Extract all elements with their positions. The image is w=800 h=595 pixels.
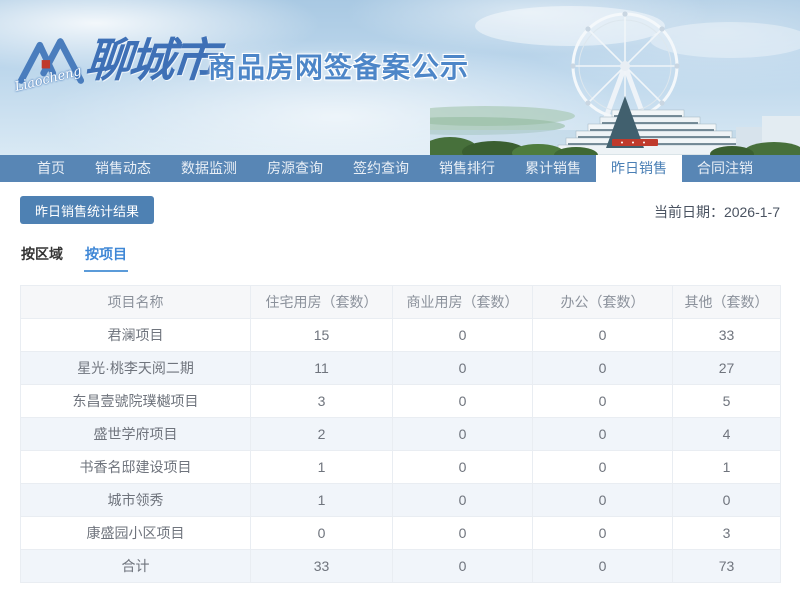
table-cell: 0	[393, 517, 533, 550]
nav-item-yesterday-sales[interactable]: 昨日销售	[596, 155, 682, 182]
project-name-cell: 东昌壹號院璞樾项目	[21, 385, 251, 418]
table-cell: 2	[251, 418, 393, 451]
table-cell: 0	[251, 517, 393, 550]
site-name: 聊城市	[83, 24, 218, 90]
table-header-row: 项目名称 住宅用房（套数） 商业用房（套数） 办公（套数） 其他（套数）	[21, 286, 781, 319]
table-cell: 11	[251, 352, 393, 385]
table-cell: 0	[393, 385, 533, 418]
column-header-residential: 住宅用房（套数）	[251, 286, 393, 319]
nav-item-contract-cancellation[interactable]: 合同注销	[682, 155, 768, 182]
sales-table: 项目名称 住宅用房（套数） 商业用房（套数） 办公（套数） 其他（套数） 君澜项…	[20, 285, 781, 583]
table-row: 东昌壹號院璞樾项目 3 0 0 5	[21, 385, 781, 418]
table-cell: 0	[673, 484, 781, 517]
building-red-sign	[612, 139, 658, 146]
table-cell: 15	[251, 319, 393, 352]
table-cell: 1	[251, 484, 393, 517]
main-content: 昨日销售统计结果 当前日期：2026-1-7 按区域 按项目 项目名称 住宅用房…	[0, 196, 800, 583]
table-cell: 33	[673, 319, 781, 352]
project-name-cell: 书香名邸建设项目	[21, 451, 251, 484]
nav-item-sales-ranking[interactable]: 销售排行	[424, 155, 510, 182]
ferris-wheel-illustration	[430, 0, 800, 155]
tab-by-project[interactable]: 按项目	[84, 244, 128, 272]
table-cell: 1	[673, 451, 781, 484]
table-cell: 0	[533, 385, 673, 418]
table-cell: 3	[251, 385, 393, 418]
nav-item-cumulative-sales[interactable]: 累计销售	[510, 155, 596, 182]
table-cell: 0	[393, 319, 533, 352]
yesterday-sales-stats-button[interactable]: 昨日销售统计结果	[20, 196, 154, 224]
column-header-other: 其他（套数）	[673, 286, 781, 319]
table-cell: 4	[673, 418, 781, 451]
project-name-cell: 星光·桃李天阅二期	[21, 352, 251, 385]
table-row: 星光·桃李天阅二期 11 0 0 27	[21, 352, 781, 385]
table-cell: 27	[673, 352, 781, 385]
table-cell: 0	[533, 550, 673, 583]
table-cell: 0	[533, 319, 673, 352]
table-row: 康盛园小区项目 0 0 0 3	[21, 517, 781, 550]
main-nav: 首页 销售动态 数据监测 房源查询 签约查询 销售排行 累计销售 昨日销售 合同…	[0, 155, 800, 182]
nav-item-listing-query[interactable]: 房源查询	[252, 155, 338, 182]
table-cell: 0	[533, 484, 673, 517]
table-cell: 0	[393, 451, 533, 484]
logo-red-square	[42, 60, 50, 68]
column-header-project: 项目名称	[21, 286, 251, 319]
table-cell: 1	[251, 451, 393, 484]
nav-item-data-monitoring[interactable]: 数据监测	[166, 155, 252, 182]
current-date: 当前日期：2026-1-7	[654, 202, 780, 222]
tab-by-region[interactable]: 按区域	[20, 244, 64, 272]
table-cell: 33	[251, 550, 393, 583]
project-name-cell: 城市领秀	[21, 484, 251, 517]
site-logo: Liaocheng	[18, 34, 93, 104]
header-banner: Liaocheng 聊城市 商品房网签备案公示	[0, 0, 800, 155]
table-cell: 73	[673, 550, 781, 583]
table-cell: 0	[533, 517, 673, 550]
nav-item-signing-query[interactable]: 签约查询	[338, 155, 424, 182]
column-header-office: 办公（套数）	[533, 286, 673, 319]
table-cell: 5	[673, 385, 781, 418]
total-label-cell: 合计	[21, 550, 251, 583]
table-cell: 3	[673, 517, 781, 550]
current-date-label: 当前日期：	[654, 204, 724, 220]
column-header-commercial: 商业用房（套数）	[393, 286, 533, 319]
table-row: 城市领秀 1 0 0 0	[21, 484, 781, 517]
project-name-cell: 君澜项目	[21, 319, 251, 352]
view-tabs: 按区域 按项目	[20, 244, 780, 272]
table-cell: 0	[533, 451, 673, 484]
table-row: 君澜项目 15 0 0 33	[21, 319, 781, 352]
table-cell: 0	[393, 550, 533, 583]
table-cell: 0	[393, 418, 533, 451]
table-cell: 0	[533, 352, 673, 385]
table-row: 书香名邸建设项目 1 0 0 1	[21, 451, 781, 484]
nav-item-home[interactable]: 首页	[22, 155, 80, 182]
table-total-row: 合计 33 0 0 73	[21, 550, 781, 583]
project-name-cell: 康盛园小区项目	[21, 517, 251, 550]
nav-item-sales-dynamics[interactable]: 销售动态	[80, 155, 166, 182]
current-date-value: 2026-1-7	[724, 204, 780, 220]
table-cell: 0	[393, 484, 533, 517]
table-cell: 0	[393, 352, 533, 385]
table-cell: 0	[533, 418, 673, 451]
table-row: 盛世学府项目 2 0 0 4	[21, 418, 781, 451]
project-name-cell: 盛世学府项目	[21, 418, 251, 451]
